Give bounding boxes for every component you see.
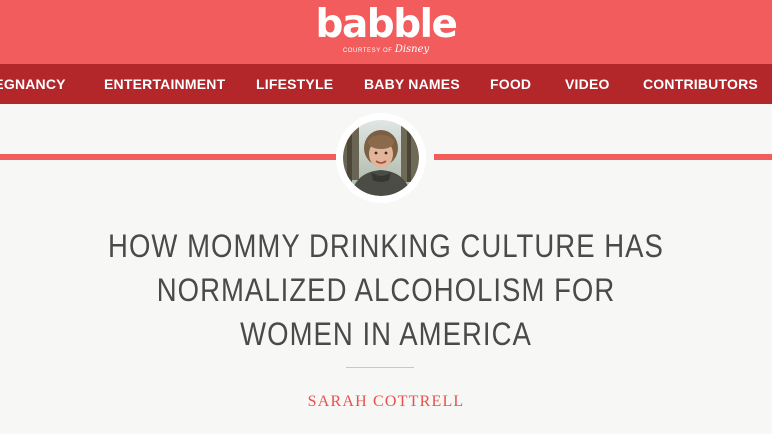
accent-rule-left bbox=[0, 154, 336, 160]
logo-wordmark: babble bbox=[315, 2, 458, 47]
disney-logo: Disney bbox=[394, 44, 430, 55]
main-navigation: REGNANCY ENTERTAINMENT LIFESTYLE BABY NA… bbox=[0, 64, 772, 104]
author-avatar[interactable] bbox=[343, 120, 419, 196]
author-byline-link[interactable]: SARAH COTTRELL bbox=[0, 393, 772, 411]
logo-tagline: COURTESY OF Disney bbox=[0, 44, 772, 55]
headline-divider bbox=[346, 367, 414, 368]
article-headline: HOW MOMMY DRINKING CULTURE HAS NORMALIZE… bbox=[108, 228, 664, 352]
nav-item-video[interactable]: VIDEO bbox=[565, 64, 610, 104]
site-header: babble COURTESY OF Disney bbox=[0, 0, 772, 64]
accent-rule-right bbox=[434, 154, 772, 160]
logo-tagline-prefix: COURTESY OF bbox=[342, 48, 393, 54]
author-avatar-frame bbox=[336, 113, 426, 203]
nav-item-entertainment[interactable]: ENTERTAINMENT bbox=[104, 64, 225, 104]
nav-item-lifestyle[interactable]: LIFESTYLE bbox=[256, 64, 333, 104]
babble-logo[interactable]: babble COURTESY OF Disney bbox=[0, 2, 772, 55]
nav-item-baby-names[interactable]: BABY NAMES bbox=[364, 64, 460, 104]
nav-item-pregnancy[interactable]: REGNANCY bbox=[0, 64, 66, 104]
nav-item-contributors[interactable]: CONTRIBUTORS bbox=[643, 64, 758, 104]
nav-item-food[interactable]: FOOD bbox=[490, 64, 531, 104]
